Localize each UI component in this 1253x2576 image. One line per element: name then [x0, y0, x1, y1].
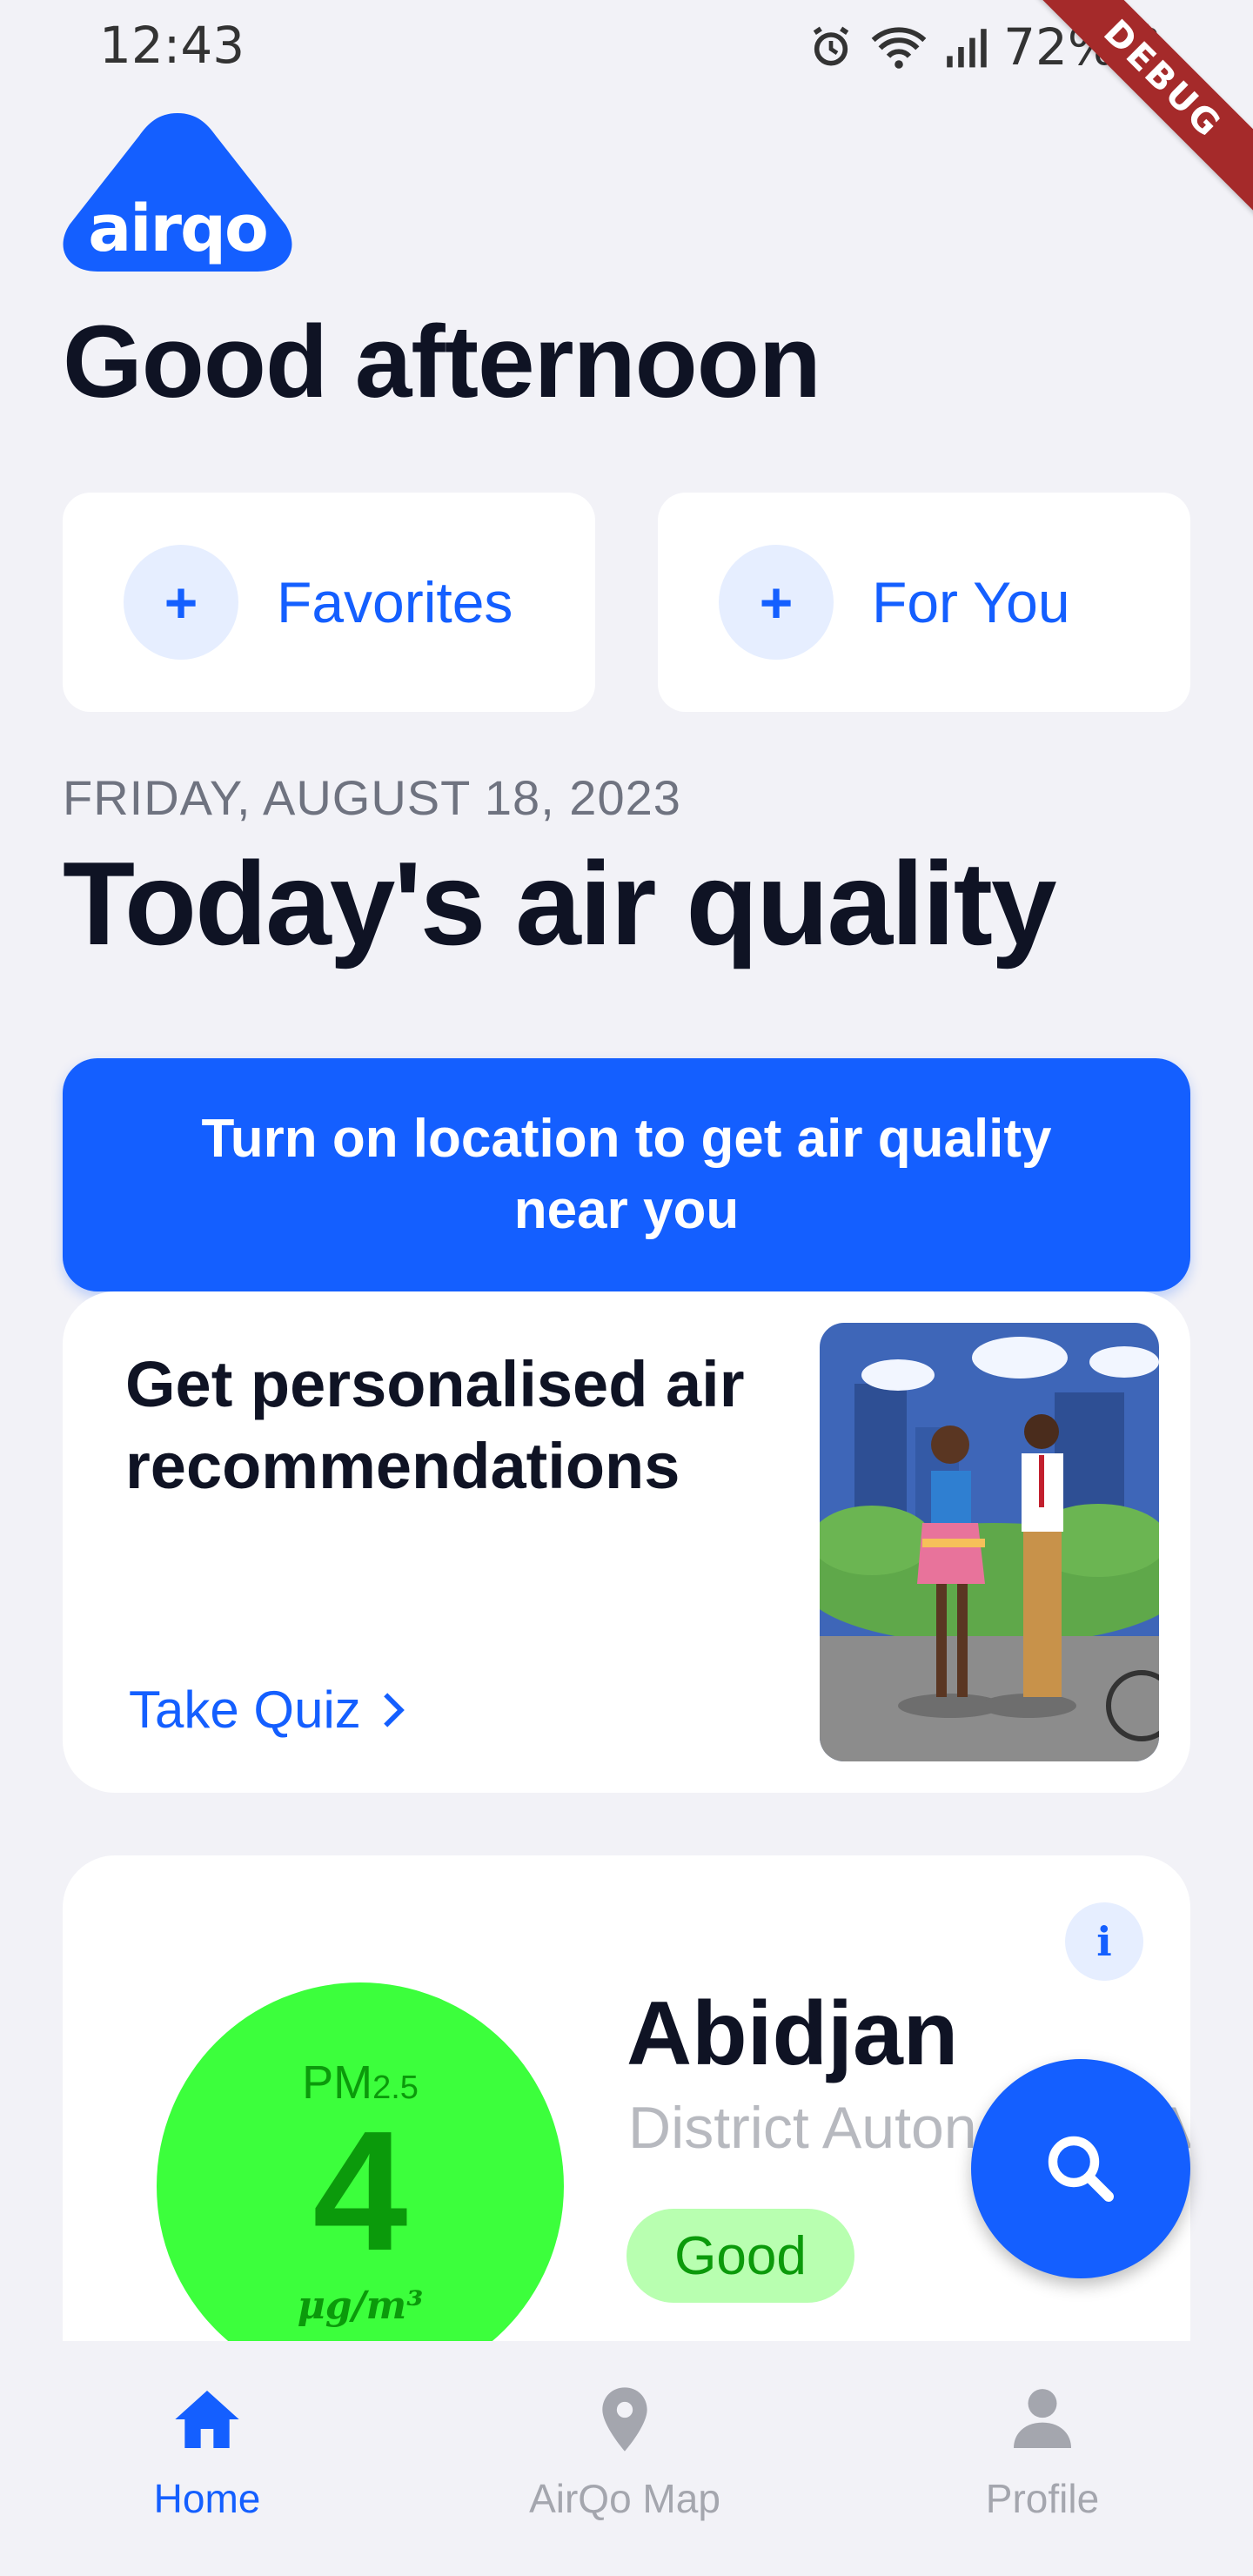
signal-icon	[947, 29, 987, 68]
nav-profile[interactable]: Profile	[903, 2376, 1182, 2522]
city-name: Abidjan	[626, 1983, 959, 2084]
for-you-button[interactable]: + For You	[658, 493, 1190, 712]
bottom-navigation: Home AirQo Map Profile	[0, 2341, 1253, 2576]
page-title: Today's air quality	[63, 837, 1057, 969]
take-quiz-label: Take Quiz	[129, 1680, 361, 1739]
for-you-label: For You	[872, 570, 1070, 634]
nav-airqo-map[interactable]: AirQo Map	[486, 2376, 764, 2522]
info-icon[interactable]: i	[1065, 1902, 1143, 1981]
favorites-label: Favorites	[277, 570, 513, 634]
quiz-card[interactable]: Get personalised air recommendations Tak…	[63, 1291, 1190, 1793]
alarm-icon	[813, 26, 849, 66]
enable-location-button[interactable]: Turn on location to get air quality near…	[63, 1058, 1190, 1291]
chevron-right-icon	[383, 1692, 405, 1727]
greeting: Good afternoon	[63, 305, 821, 419]
current-date: FRIDAY, AUGUST 18, 2023	[63, 770, 681, 825]
nav-map-label: AirQo Map	[529, 2476, 720, 2521]
take-quiz-link[interactable]: Take Quiz	[129, 1680, 406, 1740]
home-icon	[175, 2391, 239, 2448]
airqo-logo: airqo	[63, 111, 292, 272]
pm-unit: μg/m³	[297, 2284, 424, 2328]
nav-home-label: Home	[153, 2476, 261, 2521]
status-time: 12:43	[99, 16, 245, 75]
search-icon	[1048, 2136, 1114, 2202]
logo-text: airqo	[88, 191, 269, 266]
favorites-button[interactable]: + Favorites	[63, 493, 595, 712]
person-icon	[1014, 2389, 1071, 2448]
air-quality-badge: Good	[626, 2209, 854, 2303]
wifi-icon	[871, 27, 927, 69]
aqi-indicator: PM2.5 4 μg/m³	[157, 1982, 564, 2343]
search-button[interactable]	[971, 2059, 1190, 2278]
people-outdoors-illustration	[820, 1323, 1159, 1761]
quiz-title: Get personalised air recommendations	[125, 1348, 745, 1502]
nav-home[interactable]: Home	[68, 2376, 346, 2522]
status-bar: 12:43 72% DEBUG	[0, 0, 1253, 217]
pm-value: 4	[312, 2096, 408, 2286]
nav-profile-label: Profile	[985, 2476, 1100, 2521]
map-pin-icon	[602, 2387, 647, 2452]
plus-icon: +	[124, 545, 238, 660]
plus-icon: +	[719, 545, 834, 660]
